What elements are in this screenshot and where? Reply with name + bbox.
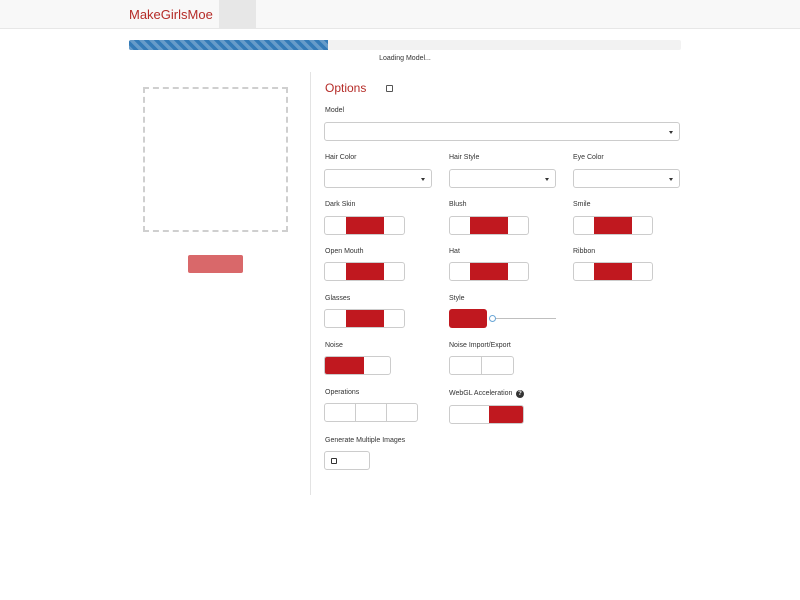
- style-label: Style: [449, 295, 465, 302]
- noise-import-button[interactable]: [450, 357, 482, 374]
- dark-skin-label: Dark Skin: [325, 201, 356, 208]
- ribbon-label: Ribbon: [573, 248, 596, 255]
- noise-export-button[interactable]: [482, 357, 513, 374]
- open-mouth-label: Open Mouth: [325, 248, 364, 255]
- ribbon-toggle[interactable]: [573, 262, 653, 281]
- toggle-random-state: [470, 263, 508, 280]
- options-toggle-checkbox[interactable]: [386, 85, 393, 92]
- toggle-on-state: [489, 406, 523, 423]
- dark-skin-toggle[interactable]: [324, 216, 405, 235]
- loading-progress-bar: [129, 40, 681, 50]
- smile-toggle[interactable]: [573, 216, 653, 235]
- operation-button-1[interactable]: [325, 404, 356, 421]
- style-slider-track[interactable]: [490, 318, 556, 319]
- toggle-random-state: [594, 263, 632, 280]
- operations-group: [324, 403, 418, 422]
- generate-multiple-control[interactable]: [324, 451, 370, 470]
- generate-multiple-label: Generate Multiple Images: [325, 437, 406, 444]
- glasses-label: Glasses: [325, 295, 351, 302]
- chevron-down-icon: [669, 131, 673, 134]
- navbar: MakeGirlsMoe: [0, 0, 800, 29]
- generated-image-canvas: [143, 87, 288, 232]
- toggle-random-state: [346, 310, 384, 327]
- smile-label: Smile: [573, 201, 591, 208]
- operation-button-3[interactable]: [387, 404, 417, 421]
- brand-logo[interactable]: MakeGirlsMoe: [129, 7, 213, 22]
- hair-color-label: Hair Color: [325, 154, 357, 161]
- hair-style-select[interactable]: [449, 169, 556, 188]
- webgl-acceleration-label: WebGL Acceleration: [449, 390, 513, 397]
- blush-toggle[interactable]: [449, 216, 529, 235]
- operation-button-2[interactable]: [356, 404, 387, 421]
- noise-toggle[interactable]: [324, 356, 391, 375]
- style-slider-handle[interactable]: [489, 315, 496, 322]
- chevron-down-icon: [421, 178, 425, 181]
- noise-label: Noise: [325, 342, 343, 349]
- options-title: Options: [325, 81, 367, 95]
- generate-button[interactable]: [188, 255, 243, 273]
- chevron-down-icon: [669, 178, 673, 181]
- chevron-down-icon: [545, 178, 549, 181]
- style-random-button[interactable]: [449, 309, 487, 328]
- operations-label: Operations: [325, 389, 360, 396]
- model-label: Model: [325, 107, 345, 114]
- open-mouth-toggle[interactable]: [324, 262, 405, 281]
- model-select[interactable]: [324, 122, 680, 141]
- webgl-acceleration-toggle[interactable]: [449, 405, 524, 424]
- hair-style-label: Hair Style: [449, 154, 480, 161]
- eye-color-select[interactable]: [573, 169, 680, 188]
- loading-status-text: Loading Model...: [379, 55, 431, 62]
- noise-import-export-label: Noise Import/Export: [449, 342, 511, 349]
- nav-item[interactable]: [219, 0, 256, 28]
- progress-fill: [129, 40, 328, 50]
- hat-label: Hat: [449, 248, 460, 255]
- noise-import-export-group: [449, 356, 514, 375]
- column-divider: [310, 72, 311, 495]
- toggle-random-state: [346, 217, 384, 234]
- toggle-random-state: [594, 217, 632, 234]
- question-circle-icon[interactable]: ?: [516, 390, 524, 398]
- toggle-random-state: [470, 217, 508, 234]
- hat-toggle[interactable]: [449, 262, 529, 281]
- toggle-random-state: [346, 263, 384, 280]
- eye-color-label: Eye Color: [573, 154, 604, 161]
- glasses-toggle[interactable]: [324, 309, 405, 328]
- blush-label: Blush: [449, 201, 467, 208]
- checkbox-icon[interactable]: [331, 458, 337, 464]
- toggle-random-state: [325, 357, 364, 374]
- hair-color-select[interactable]: [324, 169, 432, 188]
